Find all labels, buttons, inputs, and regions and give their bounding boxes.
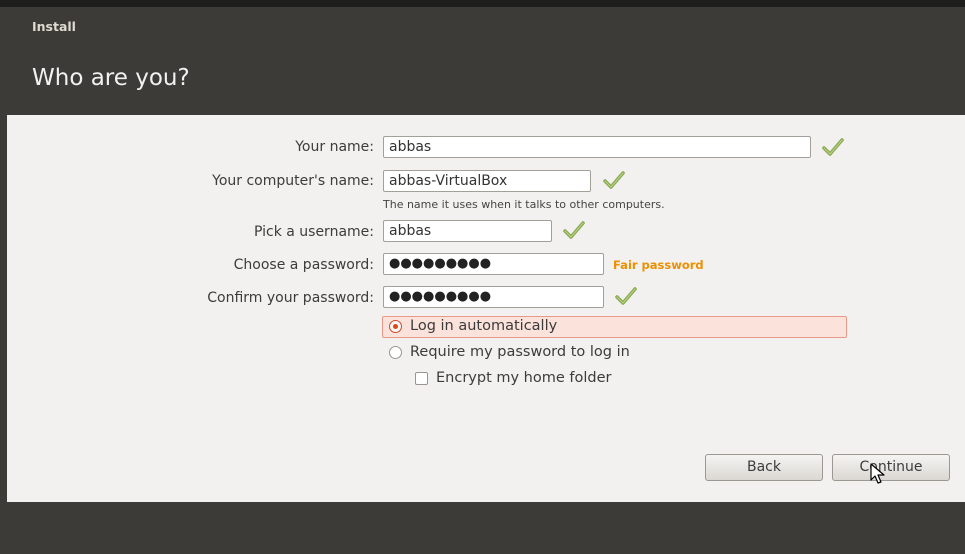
- auto-login-radio[interactable]: [389, 319, 402, 333]
- auto-login-label: Log in automatically: [410, 318, 558, 334]
- password-strength: Fair password: [613, 258, 704, 272]
- mouse-pointer-icon: [870, 463, 885, 484]
- require-password-radio[interactable]: [389, 345, 402, 359]
- name-input[interactable]: [383, 136, 811, 158]
- confirm-password-input[interactable]: ●●●●●●●●●: [383, 286, 604, 308]
- encrypt-home-checkbox[interactable]: [415, 371, 428, 385]
- computer-name-hint: The name it uses when it talks to other …: [383, 198, 665, 211]
- confirm-password-label: Confirm your password:: [207, 290, 374, 306]
- password-label: Choose a password:: [233, 257, 374, 273]
- window-title: Install: [32, 19, 76, 34]
- continue-button[interactable]: Continue: [832, 454, 950, 481]
- name-label: Your name:: [295, 139, 374, 155]
- installer-footer: [0, 502, 965, 554]
- auto-login-option[interactable]: Log in automatically: [389, 318, 557, 334]
- username-label: Pick a username:: [253, 224, 374, 240]
- computer-name-label: Your computer's name:: [212, 173, 374, 189]
- computer-name-input[interactable]: [383, 170, 591, 192]
- confirm-valid-check-icon: [615, 287, 637, 305]
- computer-name-valid-check-icon: [603, 171, 625, 189]
- installer-header: Install Who are you?: [0, 7, 965, 115]
- encrypt-home-label: Encrypt my home folder: [436, 370, 612, 386]
- require-password-label: Require my password to log in: [410, 344, 630, 360]
- name-valid-check-icon: [822, 138, 844, 156]
- password-input[interactable]: ●●●●●●●●●: [383, 253, 604, 275]
- page-title: Who are you?: [32, 65, 190, 91]
- username-valid-check-icon: [563, 221, 585, 239]
- username-input[interactable]: [383, 220, 552, 242]
- top-panel: [0, 0, 965, 7]
- back-button[interactable]: Back: [705, 454, 823, 481]
- encrypt-home-option[interactable]: Encrypt my home folder: [415, 370, 612, 386]
- require-password-option[interactable]: Require my password to log in: [389, 344, 630, 360]
